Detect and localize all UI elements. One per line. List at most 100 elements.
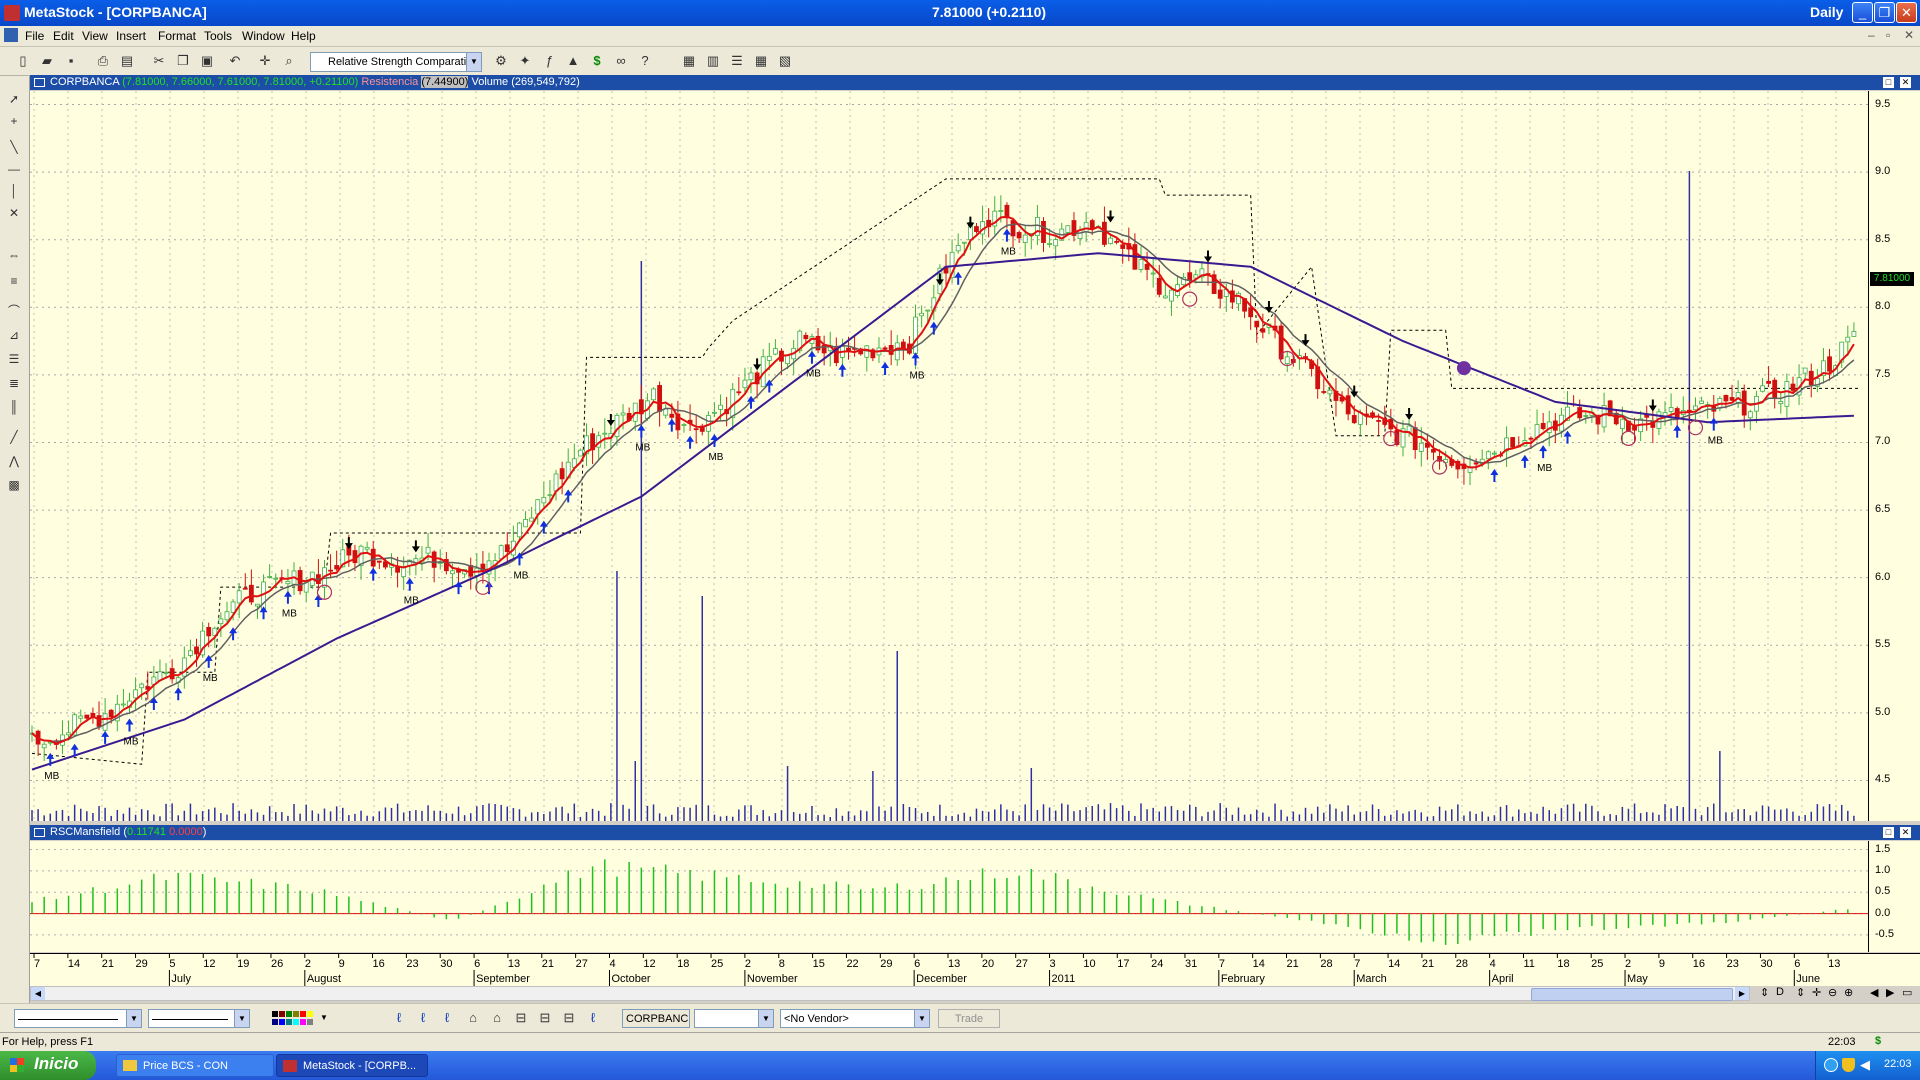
- start-button[interactable]: Inicio: [0, 1051, 96, 1080]
- explorer-combo[interactable]: Relative Strength Comparati ▼: [310, 52, 482, 72]
- vendor-combo[interactable]: <No Vendor> ▼: [780, 1009, 930, 1028]
- style-formula-icon[interactable]: ℓ: [584, 1009, 602, 1027]
- zoom-tool-icon[interactable]: ⇔: [5, 246, 23, 264]
- chevron-down-icon[interactable]: ▼: [320, 1013, 328, 1022]
- maximize-button[interactable]: ❐: [1874, 2, 1895, 23]
- pane-maximize-icon[interactable]: □: [1883, 827, 1894, 838]
- document-icon[interactable]: [4, 28, 18, 42]
- zoom-out-icon[interactable]: ⊖: [1828, 986, 1837, 999]
- style-candle-icon[interactable]: ℓ: [438, 1009, 456, 1027]
- undo-icon[interactable]: ↶: [226, 52, 244, 70]
- open-icon[interactable]: ▰: [38, 52, 56, 70]
- menu-help[interactable]: Help: [291, 29, 316, 43]
- horizontal-scrollbar[interactable]: ◀ ▶: [30, 986, 1750, 1001]
- crosshair-icon[interactable]: ✛: [256, 52, 274, 70]
- chevron-down-icon[interactable]: ▼: [758, 1010, 773, 1027]
- task-metastock[interactable]: MetaStock - [CORPB...: [276, 1054, 428, 1077]
- mdi-restore-icon[interactable]: ▫: [1886, 28, 1890, 42]
- prev-bar-icon[interactable]: ◀: [1870, 986, 1878, 999]
- arc-icon[interactable]: ⌒: [5, 302, 23, 320]
- trade-button[interactable]: Trade: [938, 1009, 1000, 1028]
- chevron-down-icon[interactable]: ▼: [234, 1010, 249, 1027]
- new-icon[interactable]: ▯: [14, 52, 32, 70]
- regression-icon[interactable]: ╱: [5, 428, 23, 446]
- menu-window[interactable]: Window: [242, 29, 285, 43]
- app-icon[interactable]: [4, 5, 20, 21]
- layout-tile-icon[interactable]: ▧: [776, 52, 794, 70]
- next-bar-icon[interactable]: ▶: [1886, 986, 1894, 999]
- vertical-line-icon[interactable]: │: [5, 182, 23, 200]
- move-icon[interactable]: ✛: [1812, 986, 1821, 999]
- indicator-chart-area[interactable]: 1.5 1.0 0.5 0.0 -0.5: [30, 841, 1920, 952]
- gann-grid-icon[interactable]: ▩: [5, 476, 23, 494]
- fan-icon[interactable]: ⊿: [5, 326, 23, 344]
- price-chart-svg[interactable]: MB MB MB MB MB MB MB MB MB MB MB MB MB: [30, 91, 1920, 821]
- fibonacci-icon[interactable]: ≡: [5, 272, 23, 290]
- time-zone-icon[interactable]: ║: [5, 398, 23, 416]
- trendline-icon[interactable]: ╲: [5, 138, 23, 156]
- close-button[interactable]: ✕: [1896, 2, 1917, 23]
- scroll-left-icon[interactable]: ◀: [31, 987, 45, 1000]
- cycle-lines-icon[interactable]: ✕: [5, 204, 23, 222]
- print-icon[interactable]: ⎙: [94, 52, 112, 70]
- scroll-right-icon[interactable]: ▶: [1735, 987, 1749, 1000]
- cut-icon[interactable]: ✂: [150, 52, 168, 70]
- binoculars-icon[interactable]: ∞: [612, 52, 630, 70]
- line-weight-combo[interactable]: ▼: [148, 1009, 250, 1028]
- minimize-button[interactable]: _: [1852, 2, 1873, 23]
- exchange-combo[interactable]: ▼: [694, 1009, 774, 1028]
- help-pointer-icon[interactable]: ?: [636, 52, 654, 70]
- pane-maximize-icon[interactable]: □: [1883, 77, 1894, 88]
- retracement-icon[interactable]: ☰: [5, 350, 23, 368]
- pitchfork-icon[interactable]: ⋀: [5, 452, 23, 470]
- menu-format[interactable]: Format: [158, 29, 196, 43]
- zoom-in-icon[interactable]: ⊕: [1844, 986, 1853, 999]
- style-window1-icon[interactable]: ⊟: [512, 1009, 530, 1027]
- wizard-icon[interactable]: ✦: [516, 52, 534, 70]
- periodicity-icon[interactable]: D: [1776, 986, 1784, 998]
- task-price-bcs[interactable]: Price BCS - CON: [116, 1054, 274, 1077]
- spacing-icon[interactable]: ⇕: [1760, 986, 1769, 999]
- layout-grid-icon[interactable]: ▦: [752, 52, 770, 70]
- expert-advisor-icon[interactable]: ⚙: [492, 52, 510, 70]
- channel-icon[interactable]: ≣: [5, 374, 23, 392]
- end-icon[interactable]: ▭: [1902, 986, 1912, 999]
- print-preview-icon[interactable]: ▤: [118, 52, 136, 70]
- style-line-icon[interactable]: ℓ: [390, 1009, 408, 1027]
- horizontal-line-icon[interactable]: —: [5, 160, 23, 178]
- network-icon[interactable]: [1824, 1058, 1838, 1072]
- save-icon[interactable]: ▪: [62, 52, 80, 70]
- chevron-down-icon[interactable]: ▼: [126, 1010, 141, 1027]
- pane-icon[interactable]: [34, 78, 45, 87]
- system-tester-icon[interactable]: ▲: [564, 52, 582, 70]
- indicator-chart-svg[interactable]: [30, 841, 1920, 952]
- symbol-field[interactable]: CORPBANC: [622, 1009, 690, 1028]
- menu-insert[interactable]: Insert: [116, 29, 146, 43]
- style-window3-icon[interactable]: ⊟: [560, 1009, 578, 1027]
- crosshair-tool-icon[interactable]: +: [5, 112, 23, 130]
- zoom-icon[interactable]: ⌕: [280, 52, 298, 70]
- price-chart-area[interactable]: MB MB MB MB MB MB MB MB MB MB MB MB MB 9.5 9.0 8.5 8.0 7…: [30, 91, 1920, 821]
- layout-horizontal-icon[interactable]: ☰: [728, 52, 746, 70]
- menu-file[interactable]: File: [25, 29, 44, 43]
- style-point-icon[interactable]: ⌂: [464, 1009, 482, 1027]
- chevron-down-icon[interactable]: ▼: [466, 53, 481, 71]
- dollar-icon[interactable]: $: [588, 52, 606, 70]
- menu-edit[interactable]: Edit: [53, 29, 74, 43]
- line-style-combo[interactable]: ▼: [14, 1009, 142, 1028]
- volume-icon[interactable]: ◀: [1860, 1057, 1870, 1073]
- indicator-builder-icon[interactable]: ƒ: [540, 52, 558, 70]
- pane-close-icon[interactable]: ✕: [1900, 77, 1911, 88]
- menu-tools[interactable]: Tools: [204, 29, 232, 43]
- mdi-close-icon[interactable]: ✕: [1904, 28, 1914, 42]
- color-palette[interactable]: ▼: [272, 1011, 362, 1027]
- paste-icon[interactable]: ▣: [198, 52, 216, 70]
- style-histogram-icon[interactable]: ⌂: [488, 1009, 506, 1027]
- layout-vertical-icon[interactable]: ▥: [704, 52, 722, 70]
- pointer-icon[interactable]: ➚: [5, 90, 23, 108]
- menu-view[interactable]: View: [82, 29, 108, 43]
- layout-cascade-icon[interactable]: ▦: [680, 52, 698, 70]
- style-bar-icon[interactable]: ℓ: [414, 1009, 432, 1027]
- scroll-vertical-icon[interactable]: ⇕: [1796, 986, 1805, 999]
- chevron-down-icon[interactable]: ▼: [914, 1010, 929, 1027]
